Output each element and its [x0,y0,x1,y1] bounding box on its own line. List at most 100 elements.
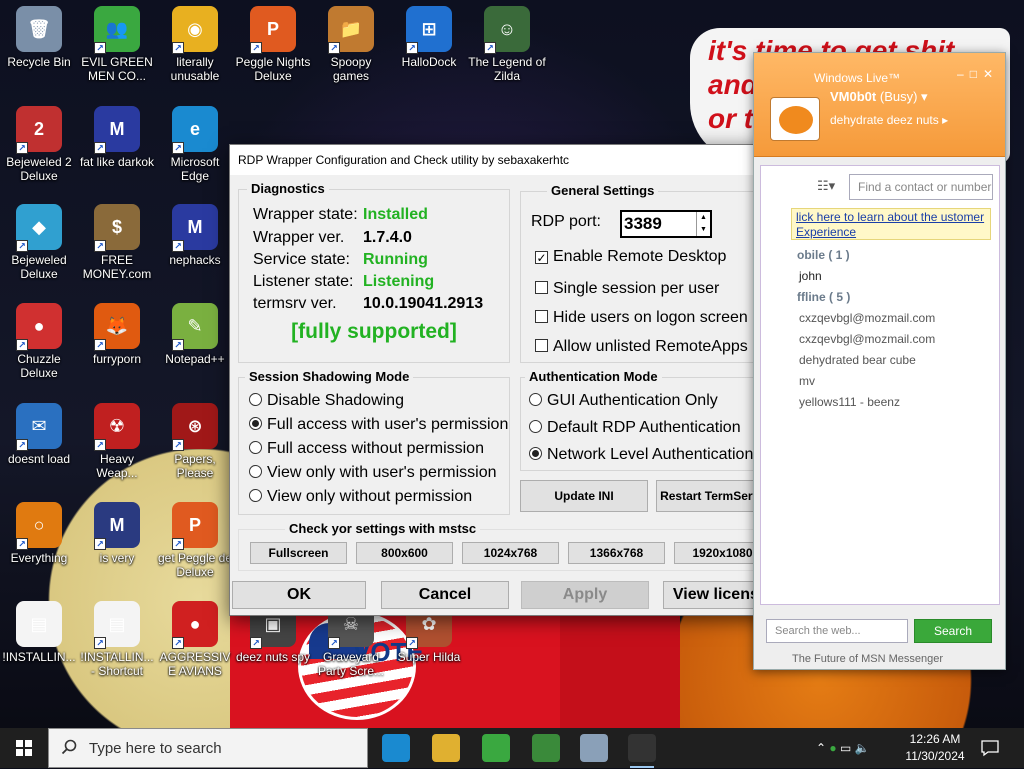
checkbox-allow-unlisted-remoteapps[interactable]: Allow unlisted RemoteApps [535,336,748,358]
desktop-icon[interactable]: ▤ !INSTALLIN... [0,595,78,664]
list-item[interactable]: cxzqevbgl@mozmail.com [799,311,935,325]
desktop-icon[interactable]: ☺ ↗ The Legend of Zilda [468,0,546,83]
list-item[interactable]: john [799,269,822,283]
app-icon[interactable]: ☢ ↗ [94,403,140,451]
desktop-icon[interactable]: P ↗ Peggle Nights Deluxe [234,0,312,83]
desktop-icon[interactable]: M ↗ is very [78,496,156,565]
apply-button[interactable]: Apply [521,581,649,609]
app-icon[interactable]: ☺ ↗ [484,6,530,54]
desktop-icon[interactable]: ⊞ ↗ HalloDock [390,0,468,69]
radio-icon[interactable] [529,420,542,433]
contact-group-header[interactable]: obile ( 1 ) [797,248,850,262]
taskbar-clock[interactable]: 12:26 AM 11/30/2024 [900,731,970,765]
radio-full-access-with-permission[interactable]: Full access with user's permission [249,414,508,436]
taskbar-messenger-icon[interactable] [482,734,510,762]
contact-group-header[interactable]: ffline ( 5 ) [797,290,850,304]
app-icon[interactable]: ○ ↗ [16,502,62,550]
mstsc-1366x768-button[interactable]: 1366x768 [568,542,665,564]
desktop-icon[interactable]: P ↗ get Peggle de Deluxe [156,496,234,579]
radio-icon[interactable] [249,441,262,454]
radio-full-access-without-permission[interactable]: Full access without permission [249,438,484,460]
desktop-icon[interactable]: M ↗ fat like darkok [78,100,156,169]
app-icon[interactable]: 👥 ↗ [94,6,140,54]
radio-disable-shadowing[interactable]: Disable Shadowing [249,390,404,412]
desktop-icon[interactable]: ✎ ↗ Notepad++ [156,297,234,366]
update-ini-button[interactable]: Update INI [520,480,648,512]
mstsc-1024x768-button[interactable]: 1024x768 [462,542,559,564]
messenger-window-controls[interactable]: –□✕ [957,67,999,81]
desktop-icon[interactable]: ○ ↗ Everything [0,496,78,565]
app-icon[interactable]: 🦊 ↗ [94,303,140,351]
radio-icon[interactable] [529,393,542,406]
radio-default-rdp-authentication[interactable]: Default RDP Authentication [529,417,741,439]
customer-experience-link[interactable]: lick here to learn about the ustomer Exp… [791,208,991,240]
sort-list-icon[interactable]: ☷▾ [817,178,835,194]
radio-icon[interactable] [249,417,262,430]
radio-view-only-with-permission[interactable]: View only with user's permission [249,462,497,484]
taskbar-edge-icon[interactable] [382,734,410,762]
desktop-icon[interactable]: 2 ↗ Bejeweled 2 Deluxe [0,100,78,183]
desktop-icon[interactable]: ✉ ↗ doesnt load [0,397,78,466]
status-badge[interactable]: (Busy) ▾ [880,89,928,104]
radio-icon[interactable] [249,393,262,406]
cancel-button[interactable]: Cancel [381,581,509,609]
app-icon[interactable]: M ↗ [94,106,140,154]
app-icon[interactable]: ✎ ↗ [172,303,218,351]
taskbar-monitor-app-icon[interactable] [580,734,608,762]
app-icon[interactable]: ◉ ↗ [172,6,218,54]
checkbox-icon[interactable] [535,310,548,323]
notification-icon[interactable] [980,738,1000,758]
checkbox-single-session[interactable]: Single session per user [535,278,719,300]
desktop-icon[interactable]: ● ↗ AGGRESSIVE AVIANS [156,595,234,678]
app-icon[interactable]: P ↗ [250,6,296,54]
desktop-icon[interactable]: M ↗ nephacks [156,198,234,267]
desktop-icon[interactable]: ● ↗ Chuzzle Deluxe [0,297,78,380]
list-item[interactable]: yellows111 - beenz [799,395,900,409]
taskbar-terminal-green-icon[interactable] [532,734,560,762]
desktop-icon[interactable]: 🗑 Recycle Bin [0,0,78,69]
app-icon[interactable]: ⊛ ↗ [172,403,218,451]
radio-icon[interactable] [249,465,262,478]
desktop-icon[interactable]: ⊛ ↗ Papers, Please [156,397,234,480]
list-item[interactable]: dehydrated bear cube [799,353,916,367]
network-icon[interactable]: ▭ [840,741,851,755]
web-search-button[interactable]: Search [914,619,992,643]
app-icon[interactable]: $ ↗ [94,204,140,252]
messenger-tray-icon[interactable]: ● [829,741,836,755]
volume-icon[interactable]: 🔈 [855,741,870,755]
app-icon[interactable]: ◆ ↗ [16,204,62,252]
checkbox-icon[interactable]: ✓ [535,251,548,264]
app-icon[interactable]: P ↗ [172,502,218,550]
avatar[interactable] [770,97,820,141]
desktop-icon[interactable]: ▤ ↗ !INSTALLIN... - Shortcut [78,595,156,678]
taskbar-search-input[interactable]: Type here to search [48,728,368,768]
checkbox-icon[interactable] [535,281,548,294]
app-icon[interactable]: e ↗ [172,106,218,154]
checkbox-hide-users[interactable]: Hide users on logon screen [535,307,748,329]
taskbar-file-explorer-icon[interactable] [432,734,460,762]
app-icon[interactable]: ⊞ ↗ [406,6,452,54]
checkbox-icon[interactable] [535,339,548,352]
rdp-title-bar[interactable]: RDP Wrapper Configuration and Check util… [230,145,794,175]
list-item[interactable]: cxzqevbgl@mozmail.com [799,332,935,346]
chevron-up-icon[interactable]: ⌃ [816,741,826,755]
app-icon[interactable]: ● ↗ [172,601,218,649]
list-item[interactable]: mv [799,374,815,388]
desktop-icon[interactable]: 👥 ↗ EVIL GREEN MEN CO... [78,0,156,83]
desktop-icon[interactable]: ◉ ↗ literally unusable [156,0,234,83]
taskbar-rdp-config-icon[interactable] [628,734,656,768]
app-icon[interactable]: 2 ↗ [16,106,62,154]
app-icon[interactable]: M ↗ [94,502,140,550]
desktop-icon[interactable]: 📁 ↗ Spoopy games [312,0,390,83]
personal-message[interactable]: dehydrate deez nuts ▸ [830,113,948,127]
rdp-port-input[interactable]: 3389 ▲ ▼ [620,210,712,238]
desktop-icon[interactable]: ☢ ↗ Heavy Weap... [78,397,156,480]
radio-view-only-without-permission[interactable]: View only without permission [249,486,472,508]
system-tray[interactable]: ⌃ ● ▭ 🔈 [816,728,900,768]
app-icon[interactable]: 📁 ↗ [328,6,374,54]
app-icon[interactable]: M ↗ [172,204,218,252]
contact-search-input[interactable]: Find a contact or number [849,174,993,200]
app-icon[interactable]: 🗑 [16,6,62,52]
desktop-icon[interactable]: ◆ ↗ Bejeweled Deluxe [0,198,78,281]
app-icon[interactable]: ● ↗ [16,303,62,351]
